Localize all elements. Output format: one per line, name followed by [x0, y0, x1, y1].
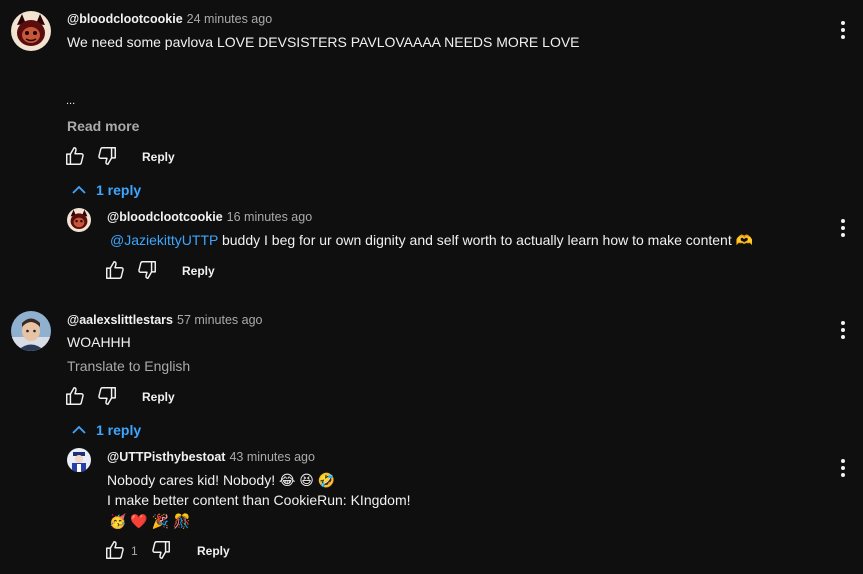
thumbs-up-icon[interactable] [104, 259, 126, 281]
replies-toggle[interactable]: 1 reply [72, 182, 141, 198]
truncation-ellipsis: ... [66, 95, 76, 107]
more-vertical-icon[interactable] [835, 458, 851, 478]
more-vertical-icon[interactable] [835, 20, 851, 40]
chevron-up-icon [72, 185, 86, 194]
more-vertical-icon[interactable] [835, 320, 851, 340]
thumbs-up-icon[interactable] [64, 145, 86, 167]
reply-button[interactable]: Reply [142, 390, 175, 404]
reply-header: @UTTPisthybestoat 43 minutes ago [107, 450, 315, 464]
replies-count: 1 reply [96, 182, 142, 198]
more-vertical-icon[interactable] [835, 218, 851, 238]
avatar[interactable] [11, 11, 51, 51]
timestamp[interactable]: 43 minutes ago [229, 450, 314, 464]
replies-count: 1 reply [96, 422, 142, 438]
reply-body: buddy I beg for ur own dignity and self … [218, 232, 754, 248]
reply-text-line-2: I make better content than CookieRun: KI… [107, 492, 411, 508]
thumbs-up-icon[interactable] [104, 539, 126, 561]
reply-header: @bloodclootcookie 16 minutes ago [107, 210, 312, 224]
reply-text-line-1: Nobody cares kid! Nobody! 😂 😆 🤣 [107, 472, 336, 488]
avatar[interactable] [67, 208, 91, 232]
author-name[interactable]: @bloodclootcookie [107, 210, 223, 224]
like-count: 1 [131, 544, 138, 558]
author-name[interactable]: @bloodclootcookie [67, 12, 183, 26]
comment-header: @bloodclootcookie 24 minutes ago [67, 12, 272, 26]
reply-text: @JaziekittyUTTP buddy I beg for ur own d… [110, 232, 753, 249]
emoji-line: 🥳 ❤️ 🎉 🎊 [109, 513, 191, 529]
chevron-up-icon [72, 425, 86, 434]
replies-toggle[interactable]: 1 reply [72, 422, 141, 438]
thumbs-down-icon[interactable] [96, 385, 118, 407]
avatar[interactable] [67, 448, 91, 472]
reply-button[interactable]: Reply [182, 264, 215, 278]
author-name[interactable]: @aalexslittlestars [67, 313, 173, 327]
timestamp[interactable]: 24 minutes ago [187, 12, 272, 26]
reply-button[interactable]: Reply [142, 150, 175, 164]
mention-link[interactable]: @JaziekittyUTTP [110, 232, 218, 248]
thumbs-down-icon[interactable] [136, 259, 158, 281]
comment-header: @aalexslittlestars 57 minutes ago [67, 313, 262, 327]
comment-text: WOAHHH [67, 334, 131, 350]
thumbs-down-icon[interactable] [96, 145, 118, 167]
timestamp[interactable]: 57 minutes ago [177, 313, 262, 327]
translate-button[interactable]: Translate to English [67, 358, 190, 374]
avatar[interactable] [11, 311, 51, 351]
comment-text: We need some pavlova LOVE DEVSISTERS PAV… [67, 34, 580, 50]
author-name[interactable]: @UTTPisthybestoat [107, 450, 225, 464]
reply-button[interactable]: Reply [197, 544, 230, 558]
thumbs-down-icon[interactable] [150, 539, 172, 561]
timestamp[interactable]: 16 minutes ago [227, 210, 312, 224]
comments-section: @bloodclootcookie 24 minutes ago We need … [0, 0, 863, 574]
read-more-button[interactable]: Read more [67, 118, 139, 134]
thumbs-up-icon[interactable] [64, 385, 86, 407]
